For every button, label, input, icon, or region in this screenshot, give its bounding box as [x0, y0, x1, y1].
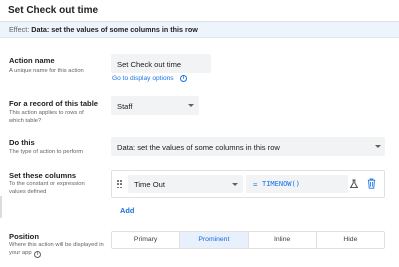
set-columns-help: To the constant or expression values def… [9, 181, 85, 195]
action-type-select[interactable]: Data: set the values of some columns in … [111, 137, 385, 156]
table-label: For a record of this table [9, 99, 99, 108]
position-option-primary[interactable]: Primary [112, 232, 181, 248]
display-options-link[interactable]: Go to display options [112, 75, 174, 82]
effect-label: Effect: [9, 25, 30, 34]
position-option-hide[interactable]: Hide [317, 232, 384, 248]
flask-icon[interactable] [349, 179, 359, 189]
page-title: Set Check out time [8, 5, 99, 16]
position-help: Where this action will be displayed in y… [9, 242, 105, 258]
drag-handle-icon[interactable] [117, 180, 123, 189]
position-help-text: Where this action will be displayed in y… [9, 242, 104, 256]
position-option-prominent[interactable]: Prominent [180, 232, 249, 248]
column-assignment-row: Time Out = TIMENOW() [111, 170, 385, 198]
panel-edge [0, 196, 2, 218]
action-name-input[interactable]: Set Check out time [111, 54, 211, 73]
chevron-down-icon [375, 145, 381, 148]
effect-summary: Effect: Data: set the values of some col… [9, 25, 198, 34]
equals-sign: = [253, 180, 258, 189]
info-icon[interactable]: i [180, 75, 187, 82]
action-name-help: A unique name for this action [9, 68, 84, 74]
chevron-down-icon [232, 182, 238, 186]
trash-icon[interactable] [367, 178, 376, 189]
column-select-value: Time Out [134, 180, 165, 189]
set-columns-label: Set these columns [9, 171, 77, 180]
do-this-help: The type of action to perform [9, 149, 84, 155]
position-segmented-control: Primary Prominent Inline Hide [111, 231, 385, 249]
action-name-value: Set Check out time [117, 60, 182, 69]
action-name-label: Action name [9, 56, 55, 65]
info-icon[interactable]: i [34, 250, 42, 258]
action-type-value: Data: set the values of some columns in … [117, 143, 280, 152]
position-label: Position [9, 232, 39, 241]
expression-value: TIMENOW() [262, 180, 300, 188]
expression-input[interactable]: = TIMENOW() [246, 175, 348, 193]
effect-value: Data: set the values of some columns in … [31, 25, 198, 34]
add-column-button[interactable]: Add [120, 206, 134, 215]
dialog-header: Set Check out time [0, 0, 399, 22]
table-help: This action applies to rows of which tab… [9, 110, 84, 124]
effect-banner: Effect: Data: set the values of some col… [0, 22, 399, 38]
do-this-label: Do this [9, 138, 35, 147]
position-option-inline[interactable]: Inline [249, 232, 317, 248]
table-select-value: Staff [117, 102, 133, 111]
chevron-down-icon [188, 104, 194, 107]
column-select[interactable]: Time Out [128, 175, 243, 193]
table-select[interactable]: Staff [111, 96, 199, 115]
